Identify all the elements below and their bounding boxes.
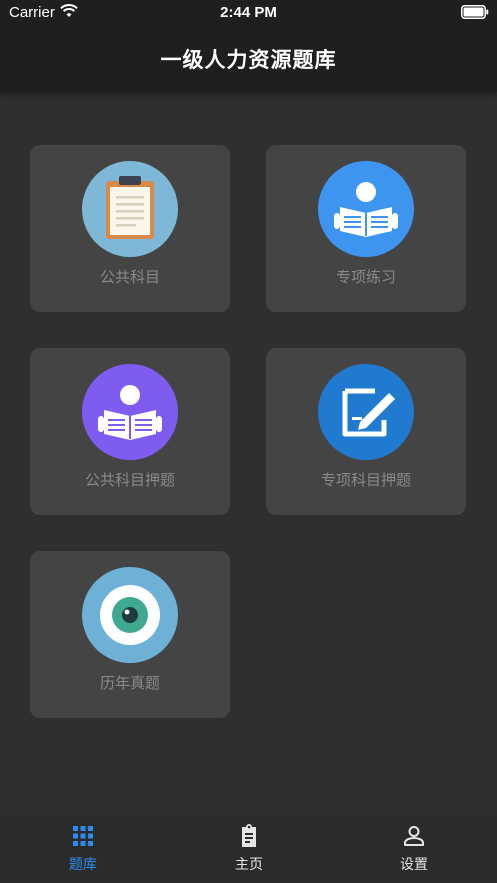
card-past-exams[interactable]: 历年真题 <box>30 551 230 718</box>
tab-bar: 题库 主页 设置 <box>0 815 497 883</box>
card-label: 专项练习 <box>335 268 396 286</box>
status-bar: Carrier 2:44 PM <box>0 0 497 26</box>
tab-label: 题库 <box>69 857 97 873</box>
grid-icon <box>73 826 93 846</box>
card-special-practice[interactable]: 专项练习 <box>266 145 466 312</box>
page-title: 一级人力资源题库 <box>160 48 337 72</box>
card-label: 历年真题 <box>99 674 160 692</box>
battery-icon <box>461 5 489 19</box>
reading-person-icon <box>318 161 414 257</box>
clock: 2:44 PM <box>220 4 277 21</box>
user-icon <box>404 826 424 846</box>
tab-label: 设置 <box>400 857 428 873</box>
card-label: 公共科目押题 <box>84 471 175 489</box>
tab-question-bank[interactable]: 题库 <box>0 815 166 883</box>
card-public-subjects[interactable]: 公共科目 <box>30 145 230 312</box>
reading-person-icon <box>82 364 178 460</box>
card-special-predicted[interactable]: 专项科目押题 <box>266 348 466 515</box>
nav-bar: 一级人力资源题库 <box>0 26 497 92</box>
card-public-predicted[interactable]: 公共科目押题 <box>30 348 230 515</box>
eye-icon <box>82 567 178 663</box>
tab-home[interactable]: 主页 <box>166 815 332 883</box>
clipboard-icon <box>242 824 256 847</box>
card-label: 专项科目押题 <box>320 471 411 489</box>
tab-settings[interactable]: 设置 <box>331 815 497 883</box>
edit-note-icon <box>318 364 414 460</box>
tab-label: 主页 <box>235 857 263 873</box>
clipboard-icon <box>82 161 178 257</box>
card-label: 公共科目 <box>99 268 160 286</box>
